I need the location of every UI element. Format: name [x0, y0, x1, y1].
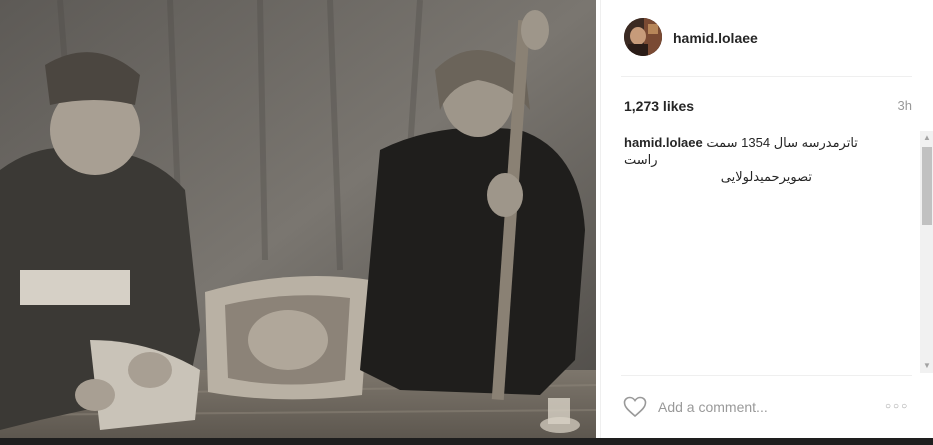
- caption-username[interactable]: hamid.lolaee: [624, 135, 703, 150]
- likes-count[interactable]: 1,273 likes: [624, 98, 694, 114]
- scroll-up-arrow-icon[interactable]: ▲: [920, 131, 933, 145]
- header-divider: [621, 76, 912, 77]
- post-caption: hamid.lolaee تاترمدرسه سال 1354 سمت راست…: [624, 134, 894, 185]
- comment-input[interactable]: [658, 396, 878, 418]
- bottom-strip: [0, 438, 933, 445]
- caption-line-2: تصویرحمیدلولایی: [720, 169, 812, 184]
- post-photo[interactable]: [0, 0, 596, 445]
- post-timestamp[interactable]: 3h: [898, 98, 912, 113]
- scroll-thumb[interactable]: [922, 147, 932, 225]
- more-options-icon[interactable]: ○○○: [885, 401, 913, 413]
- comment-bar: ○○○: [601, 376, 933, 438]
- scroll-down-arrow-icon[interactable]: ▼: [920, 359, 933, 373]
- avatar[interactable]: [624, 18, 662, 56]
- author-username[interactable]: hamid.lolaee: [673, 30, 758, 46]
- heart-outline-icon[interactable]: [623, 396, 647, 418]
- post-header: hamid.lolaee: [601, 0, 933, 76]
- avatar-photo-icon: [624, 18, 662, 56]
- comments-scrollbar[interactable]: ▲ ▼: [920, 131, 933, 373]
- post-details-panel: hamid.lolaee 1,273 likes 3h hamid.lolaee…: [600, 0, 933, 445]
- photo-image: [0, 0, 596, 445]
